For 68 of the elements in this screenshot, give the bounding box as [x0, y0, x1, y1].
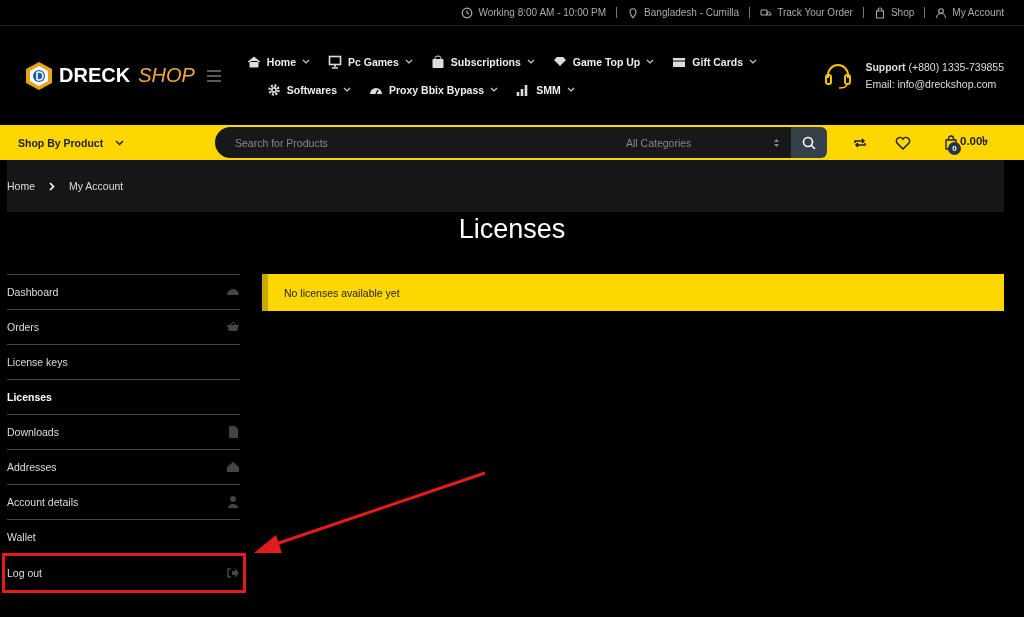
nav-link[interactable]: SMM: [516, 82, 575, 97]
notice-message: No licenses available yet: [262, 274, 1004, 311]
nav-link[interactable]: Gift Cards: [672, 54, 758, 69]
gear-icon: [266, 82, 281, 97]
chevron-down-icon: [490, 87, 499, 92]
shop-by-product-dropdown[interactable]: Shop By Product: [8, 125, 215, 160]
monitor-icon: [328, 54, 342, 69]
chevron-down-icon: [526, 59, 535, 64]
nav-link[interactable]: Subscriptions: [430, 54, 535, 69]
menu-icon: [206, 69, 221, 82]
top-bar-text: Bangladesh - Cumilla: [644, 7, 740, 18]
page-title: Licenses: [457, 214, 567, 246]
repeat-arrows-icon: [853, 136, 867, 149]
chevron-down-icon: [302, 59, 310, 64]
sidebar-item[interactable]: Log out: [7, 555, 240, 590]
search-icon: [802, 135, 816, 150]
logo-icon: [25, 60, 53, 91]
chevron-down-icon: [343, 87, 351, 92]
breadcrumb-current: My Account: [69, 180, 124, 192]
clock-icon: [461, 6, 474, 19]
cart-count-badge: 0: [948, 142, 961, 155]
truck-icon: [760, 6, 773, 19]
cart-button[interactable]: 0 0.00৳: [945, 133, 989, 152]
user-icon: [226, 495, 240, 509]
nav-link[interactable]: Game Top Up: [552, 54, 655, 69]
nav-link[interactable]: Pc Games: [328, 54, 413, 69]
chevron-down-icon: [566, 87, 575, 92]
bag-icon: [873, 6, 886, 19]
search-field[interactable]: Search for Products: [215, 127, 616, 158]
chevron-down-icon: [115, 139, 125, 146]
chevron-down-icon: [646, 59, 655, 64]
home-icon: [246, 54, 261, 69]
breadcrumb-link[interactable]: Home: [7, 180, 35, 192]
logout-arrow-icon: [226, 565, 240, 580]
category-select[interactable]: All Categories: [616, 127, 791, 158]
location-pin-icon: [627, 6, 640, 19]
top-bar-text: Working 8:00 AM - 10:00 PM: [478, 7, 607, 18]
nav-link[interactable]: Home: [246, 54, 310, 69]
cart-total: 0.00৳: [960, 134, 989, 149]
top-bar-link[interactable]: Shop: [890, 7, 915, 18]
sidebar-item[interactable]: Orders: [7, 310, 240, 345]
logo-text: DRECK: [59, 64, 131, 87]
nav-link[interactable]: Proxy Bbix Bypass: [369, 82, 499, 97]
sidebar-item[interactable]: Downloads: [7, 415, 240, 450]
sidebar-item[interactable]: Addresses: [7, 450, 240, 485]
top-bar-link[interactable]: Track Your Order: [777, 7, 853, 18]
sidebar-item[interactable]: License keys: [7, 345, 240, 380]
sidebar-item[interactable]: Licenses: [7, 380, 240, 415]
sort-arrows-icon: [774, 138, 779, 147]
search-button[interactable]: [791, 127, 827, 158]
sidebar-item[interactable]: Wallet: [7, 520, 240, 555]
bag-icon: [430, 54, 445, 69]
support-email: Email: info@dreckshop.com: [865, 78, 998, 90]
chevron-down-icon: [404, 59, 413, 64]
chevron-down-icon: [749, 59, 758, 64]
support-phone: Support (+880) 1335-739855: [865, 61, 1004, 73]
heart-icon: [895, 135, 911, 150]
file-icon: [226, 425, 240, 439]
basket-icon: [226, 320, 240, 334]
diamond-icon: [552, 54, 567, 69]
chevron-right-icon: [49, 181, 55, 191]
user-icon: [935, 6, 948, 19]
logo-text: SHOP: [138, 64, 195, 87]
nav-link[interactable]: Softwares: [266, 82, 351, 97]
sidebar-item[interactable]: Dashboard: [7, 275, 240, 310]
home-icon: [226, 460, 240, 474]
sidebar-item[interactable]: Account details: [7, 485, 240, 520]
top-bar-link[interactable]: My Account: [952, 7, 1004, 18]
